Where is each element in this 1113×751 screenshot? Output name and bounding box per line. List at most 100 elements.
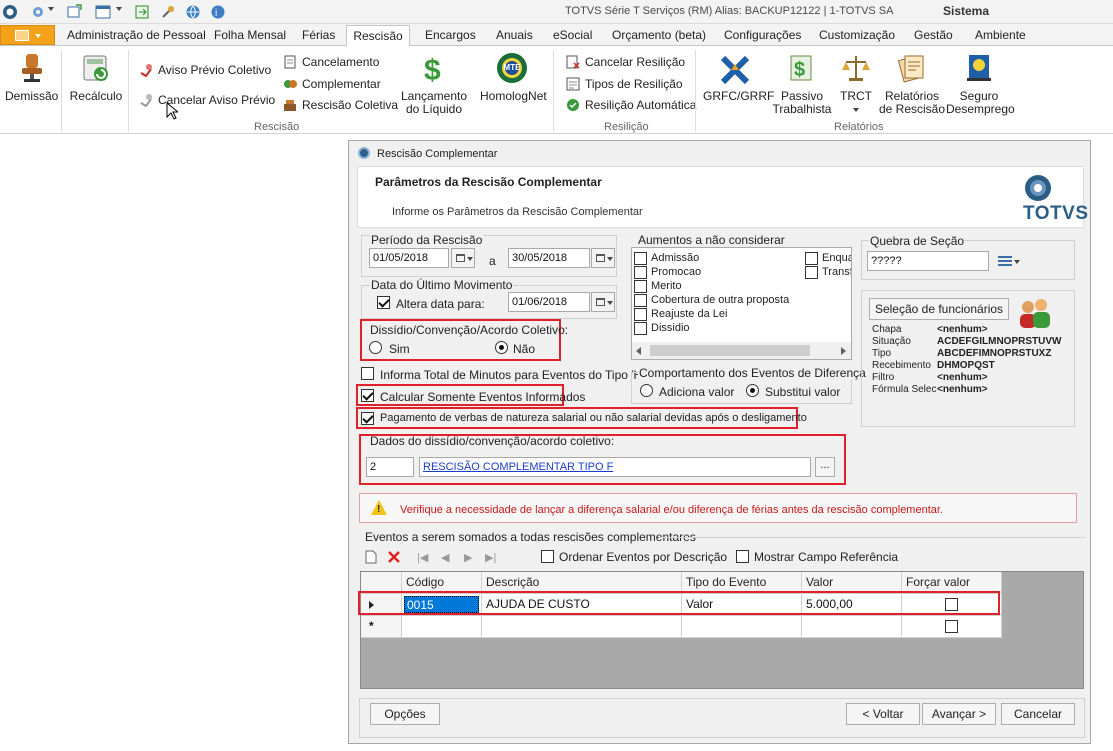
new-cell-descricao[interactable] (482, 616, 682, 638)
new-cell-tipo-evento[interactable] (682, 616, 802, 638)
adiciona-valor-radio[interactable] (640, 384, 653, 397)
altera-data-calendar-button[interactable] (591, 292, 615, 312)
aumento-promocao-checkbox[interactable] (634, 266, 647, 279)
altera-data-checkbox[interactable] (377, 296, 390, 309)
periodo-inicio-field[interactable]: 01/05/2018 (369, 248, 449, 268)
periodo-fim-field[interactable]: 30/05/2018 (508, 248, 590, 268)
quebra-secao-picker-button[interactable] (997, 253, 1021, 269)
previous-record-icon[interactable]: ◀ (441, 551, 449, 564)
next-record-icon[interactable]: ▶ (464, 551, 472, 564)
dissidio-sim-radio[interactable] (369, 341, 382, 354)
calcular-somente-checkbox[interactable] (361, 389, 374, 402)
aumento-admissao-label: Admissão (651, 252, 700, 264)
new-cell-valor[interactable] (802, 616, 902, 638)
last-record-icon[interactable]: ▶| (485, 551, 496, 564)
informa-total-label: Informa Total de Minutos para Eventos do… (380, 368, 645, 382)
altera-data-field[interactable]: 01/06/2018 (508, 292, 590, 312)
selecao-funcionarios-button[interactable]: Seleção de funcionários (869, 298, 1009, 320)
chevron-down-icon[interactable] (853, 108, 859, 112)
calcular-somente-label: Calcular Somente Eventos Informados (380, 390, 586, 404)
tab-anuais[interactable]: Anuais (496, 28, 533, 42)
avancar-button[interactable]: Avançar > (922, 703, 996, 725)
rescisao-coletiva-icon (283, 98, 297, 112)
tab-rescisao[interactable]: Rescisão (346, 25, 410, 47)
complementar-button[interactable]: Complementar (302, 77, 381, 91)
tab-encargos[interactable]: Encargos (425, 28, 476, 42)
relatorios-rescisao-button[interactable]: Relatórios de Rescisão (878, 90, 946, 116)
cancelamento-button[interactable]: Cancelamento (302, 55, 379, 69)
aumento-reajuste-checkbox[interactable] (634, 308, 647, 321)
tipos-resilicao-button[interactable]: Tipos de Resilição (585, 77, 683, 91)
aumento-promocao-label: Promocao (651, 266, 702, 278)
aumento-merito-checkbox[interactable] (634, 280, 647, 293)
demissao-button[interactable]: Demissão (5, 90, 58, 103)
tab-administracao-de-pessoal[interactable]: Administração de Pessoal (67, 28, 206, 42)
resilicao-automatica-button[interactable]: Resilição Automática (585, 98, 696, 112)
new-cell-codigo[interactable] (402, 616, 482, 638)
tab-gestao[interactable]: Gestão (914, 28, 953, 42)
first-record-icon[interactable]: |◀ (417, 551, 428, 564)
passivo-trabalhista-icon: $ (785, 52, 817, 84)
seguro-desemprego-button[interactable]: Seguro Desemprego (946, 90, 1015, 116)
tab-esocial[interactable]: eSocial (553, 28, 592, 42)
aumento-cobertura-checkbox[interactable] (634, 294, 647, 307)
dados-dissidio-lookup-button[interactable]: ... (815, 457, 835, 477)
new-row-indicator[interactable]: * (361, 616, 402, 638)
chevron-down-icon[interactable] (116, 7, 122, 11)
tools-icon[interactable] (160, 4, 176, 20)
new-forcar-valor-checkbox[interactable] (945, 620, 958, 633)
aumentos-list[interactable]: Admissão Promocao Merito Cobertura de ou… (631, 247, 852, 360)
homolognet-button[interactable]: HomologNet (480, 90, 547, 103)
scroll-left-icon[interactable] (636, 347, 641, 355)
grfc-grrf-button[interactable]: GRFC/GRRF (703, 90, 774, 103)
cancelar-button[interactable]: Cancelar (1001, 703, 1075, 725)
new-row-icon[interactable] (364, 550, 378, 564)
rescisao-coletiva-button[interactable]: Rescisão Coletiva (302, 98, 398, 112)
aumentos-horizontal-scrollbar[interactable] (632, 342, 851, 359)
globe-icon[interactable] (185, 4, 201, 20)
voltar-button[interactable]: < Voltar (846, 703, 920, 725)
settings-icon[interactable] (30, 4, 46, 20)
delete-row-icon[interactable] (387, 550, 401, 564)
tab-orcamento[interactable]: Orçamento (beta) (612, 28, 706, 42)
tab-folha-mensal[interactable]: Folha Mensal (214, 28, 286, 42)
tab-configuracoes[interactable]: Configurações (724, 28, 801, 42)
aumento-transferencia-checkbox[interactable] (805, 266, 818, 279)
aviso-previo-coletivo-button[interactable]: Aviso Prévio Coletivo (158, 63, 271, 77)
new-window-icon[interactable] (66, 4, 82, 20)
aumento-admissao-checkbox[interactable] (634, 252, 647, 265)
dados-dissidio-link[interactable]: RESCISÃO COMPLEMENTAR TIPO F (423, 461, 613, 473)
trct-button[interactable]: TRCT (835, 90, 877, 103)
tab-ferias[interactable]: Férias (302, 28, 335, 42)
opcoes-button[interactable]: Opções (370, 703, 440, 725)
recalculo-button[interactable]: Recálculo (67, 90, 125, 103)
scroll-right-icon[interactable] (841, 347, 846, 355)
app-logo-icon[interactable] (2, 4, 18, 20)
ordenar-eventos-checkbox[interactable] (541, 550, 554, 563)
periodo-fim-calendar-button[interactable] (591, 248, 615, 268)
mostrar-referencia-checkbox[interactable] (736, 550, 749, 563)
scroll-thumb[interactable] (650, 345, 810, 356)
help-icon[interactable]: i (210, 4, 226, 20)
aumento-dissidio-checkbox[interactable] (634, 322, 647, 335)
periodo-inicio-calendar-button[interactable] (451, 248, 475, 268)
chevron-down-icon[interactable] (48, 7, 54, 11)
informa-total-checkbox[interactable] (361, 367, 374, 380)
quebra-secao-field[interactable]: ????? (867, 251, 989, 271)
passivo-trabalhista-button[interactable]: Passivo Trabalhista (770, 90, 834, 116)
pagamento-verbas-checkbox[interactable] (361, 412, 374, 425)
aumento-enquadramento-checkbox[interactable] (805, 252, 818, 265)
application-menu-button[interactable] (0, 25, 55, 45)
window-icon[interactable] (95, 4, 111, 20)
dados-dissidio-codigo-field[interactable]: 2 (366, 457, 414, 477)
comportamento-label: Comportamento dos Eventos de Diferença (638, 366, 867, 380)
tab-customizacao[interactable]: Customização (819, 28, 895, 42)
substitui-valor-radio[interactable] (746, 384, 759, 397)
tab-ambiente[interactable]: Ambiente (975, 28, 1026, 42)
cancelar-resilicao-button[interactable]: Cancelar Resilição (585, 55, 685, 69)
dissidio-nao-radio[interactable] (495, 341, 508, 354)
dados-dissidio-descricao-field[interactable]: RESCISÃO COMPLEMENTAR TIPO F (419, 457, 811, 477)
new-cell-forcar-valor[interactable] (902, 616, 1002, 638)
lancamento-liquido-button[interactable]: Lançamento do Líquido (398, 90, 470, 116)
export-icon[interactable] (134, 4, 150, 20)
